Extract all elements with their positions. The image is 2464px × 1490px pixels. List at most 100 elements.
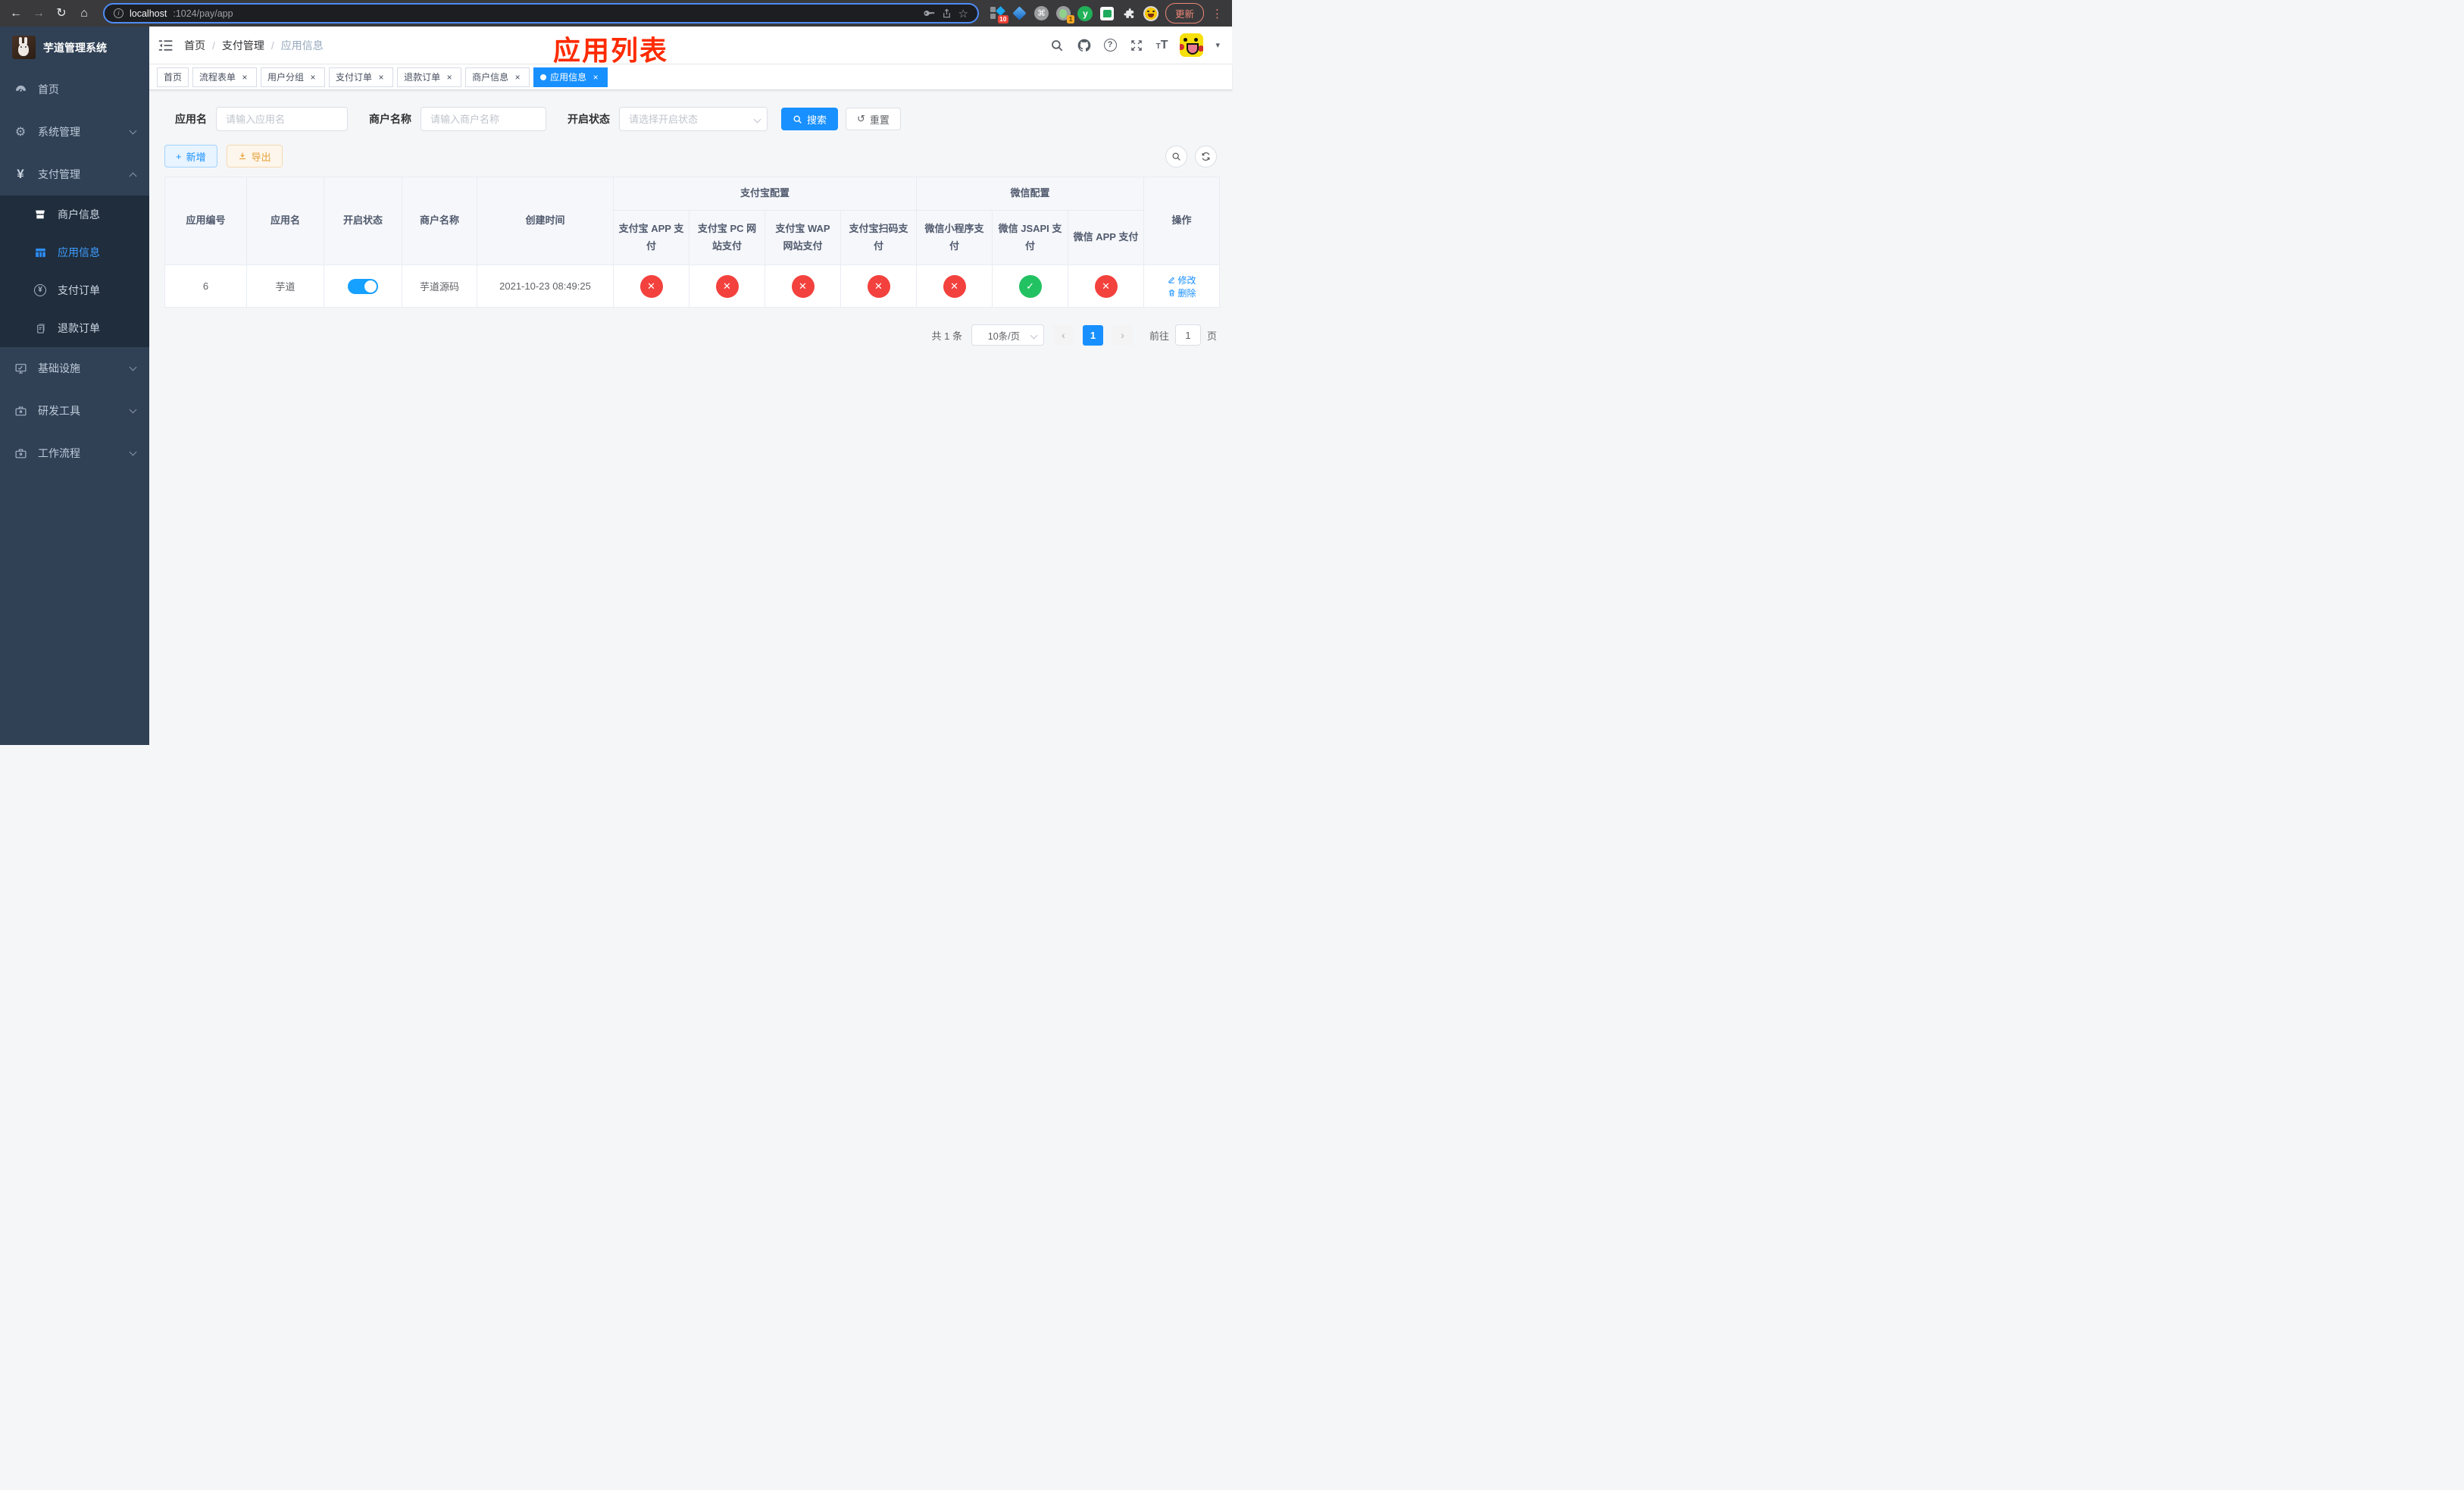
active-dot-icon xyxy=(540,74,547,80)
group-wechat: 微信配置 xyxy=(916,177,1145,211)
sidebar-item-home[interactable]: 首页 xyxy=(0,68,149,111)
tab-refund-order[interactable]: 退款订单 × xyxy=(397,67,462,87)
app-name-input[interactable] xyxy=(216,107,348,131)
plus-icon: + xyxy=(176,150,182,162)
bookmark-star-icon[interactable]: ☆ xyxy=(958,7,968,20)
sidebar-item-refund-order[interactable]: 退款订单 xyxy=(0,309,149,347)
sidebar-collapse-icon[interactable] xyxy=(158,39,174,52)
yen-circle-icon: ¥ xyxy=(33,283,47,297)
sidebar-item-infrastructure[interactable]: 基础设施 xyxy=(0,347,149,390)
refresh-icon[interactable]: ↻ xyxy=(53,5,70,22)
chevron-down-icon xyxy=(129,448,137,456)
ext-chat-icon[interactable] xyxy=(1099,5,1115,21)
user-avatar[interactable] xyxy=(1180,33,1204,57)
navbar-actions: ? TT ▾ xyxy=(1049,33,1220,57)
back-icon[interactable]: ← xyxy=(8,5,24,22)
chrome-update-button[interactable]: 更新 xyxy=(1165,3,1204,23)
col-alipay-pc: 支付宝 PC 网站支付 xyxy=(689,210,765,265)
forward-icon[interactable]: → xyxy=(30,5,47,22)
sidebar-item-devtools[interactable]: 研发工具 xyxy=(0,390,149,432)
sidebar-item-system[interactable]: ⚙ 系统管理 xyxy=(0,111,149,153)
password-key-icon[interactable] xyxy=(922,7,935,20)
tab-app-info[interactable]: 应用信息 × xyxy=(533,67,608,87)
ext-y-icon[interactable]: y xyxy=(1077,5,1093,21)
payment-submenu: 商户信息 应用信息 ¥ 支付订单 退款订单 xyxy=(0,196,149,347)
store-icon xyxy=(33,208,47,221)
toggle-search-button[interactable] xyxy=(1165,145,1187,167)
logo-image xyxy=(12,36,36,59)
ext-grid-icon[interactable]: 10 xyxy=(990,5,1008,23)
tab-merchant-info[interactable]: 商户信息 × xyxy=(465,67,530,87)
cell-merchant: 芋道源码 xyxy=(402,265,477,308)
next-page-button[interactable]: › xyxy=(1112,324,1133,346)
site-info-icon[interactable]: i xyxy=(114,8,124,18)
reset-icon: ↺ xyxy=(857,113,865,124)
add-button[interactable]: + 新增 xyxy=(164,145,217,167)
home-icon[interactable]: ⌂ xyxy=(76,5,92,22)
breadcrumb-current: 应用信息 xyxy=(280,39,324,52)
help-icon[interactable]: ? xyxy=(1103,39,1117,52)
tab-pay-order[interactable]: 支付订单 × xyxy=(329,67,394,87)
profile-avatar-icon[interactable] xyxy=(1143,5,1159,21)
close-icon[interactable]: × xyxy=(308,72,318,83)
breadcrumb-payment[interactable]: 支付管理 xyxy=(222,38,264,53)
avatar-caret-icon[interactable]: ▾ xyxy=(1215,40,1220,50)
monitor-icon xyxy=(14,362,27,375)
close-icon[interactable]: × xyxy=(239,72,250,83)
tab-process-form[interactable]: 流程表单 × xyxy=(192,67,258,87)
col-alipay-qr: 支付宝扫码支付 xyxy=(840,210,918,265)
refresh-table-button[interactable] xyxy=(1195,145,1217,167)
breadcrumb-home[interactable]: 首页 xyxy=(184,38,205,53)
alipay-app-status-icon: ✕ xyxy=(639,274,663,298)
edit-link[interactable]: 修改 xyxy=(1168,274,1196,286)
chrome-menu-icon[interactable]: ⋮ xyxy=(1210,7,1224,20)
close-icon[interactable]: × xyxy=(590,72,601,83)
sidebar-item-app-info[interactable]: 应用信息 xyxy=(0,233,149,271)
search-button[interactable]: 搜索 xyxy=(781,108,839,130)
ext-kite-icon[interactable] xyxy=(1012,5,1027,21)
cell-app-name: 芋道 xyxy=(246,265,324,308)
status-toggle[interactable] xyxy=(348,278,378,294)
extensions-puzzle-icon[interactable] xyxy=(1121,5,1137,21)
col-app-name: 应用名 xyxy=(246,177,324,265)
col-app-id: 应用编号 xyxy=(164,177,247,265)
reset-button[interactable]: ↺ 重置 xyxy=(846,108,901,130)
ext-grid-badge: 10 xyxy=(997,15,1008,23)
table-grid-icon xyxy=(33,246,47,259)
status-select[interactable] xyxy=(619,107,768,131)
current-page-button[interactable]: 1 xyxy=(1082,324,1103,346)
url-path: :1024/pay/app xyxy=(173,8,233,19)
tab-home[interactable]: 首页 xyxy=(157,67,189,87)
page-size-select[interactable] xyxy=(971,324,1044,346)
close-icon[interactable]: × xyxy=(376,72,386,83)
close-icon[interactable]: × xyxy=(512,72,523,83)
page-content: 应用名 商户名称 开启状态 搜索 ↺ 重置 xyxy=(149,90,1232,745)
goto-page-input[interactable] xyxy=(1174,324,1201,346)
search-icon[interactable] xyxy=(1049,38,1065,53)
wx-mini-status-icon: ✕ xyxy=(943,274,966,298)
share-icon[interactable] xyxy=(941,8,952,20)
filter-form: 应用名 商户名称 开启状态 搜索 ↺ 重置 xyxy=(175,107,1217,131)
github-icon[interactable] xyxy=(1077,38,1092,53)
sidebar-logo[interactable]: 芋道管理系统 xyxy=(0,27,149,68)
tab-user-group[interactable]: 用户分组 × xyxy=(261,67,326,87)
sidebar-item-pay-order[interactable]: ¥ 支付订单 xyxy=(0,271,149,309)
yen-icon: ¥ xyxy=(17,167,24,181)
delete-link[interactable]: 删除 xyxy=(1168,286,1196,299)
ext-command-icon[interactable]: ⌘ xyxy=(1033,5,1049,21)
sidebar-item-merchant-info[interactable]: 商户信息 xyxy=(0,196,149,233)
font-size-icon[interactable]: TT xyxy=(1156,39,1168,52)
fullscreen-icon[interactable] xyxy=(1129,38,1144,53)
url-bar[interactable]: i localhost :1024/pay/app ☆ xyxy=(103,3,979,23)
col-created: 创建时间 xyxy=(477,177,614,265)
sidebar-item-payment[interactable]: ¥ 支付管理 xyxy=(0,153,149,196)
wx-jsapi-status-icon: ✓ xyxy=(1018,274,1042,298)
export-button[interactable]: 导出 xyxy=(226,145,283,167)
chevron-down-icon xyxy=(129,127,137,135)
prev-page-button[interactable]: ‹ xyxy=(1052,324,1074,346)
sidebar-item-workflow[interactable]: 工作流程 xyxy=(0,432,149,474)
ext-session-icon[interactable]: 1 xyxy=(1055,5,1074,23)
tags-view-bar: 首页 流程表单 × 用户分组 × 支付订单 × 退款订单 × 商户信息 × 应用… xyxy=(149,64,1232,90)
merchant-name-input[interactable] xyxy=(421,107,546,131)
close-icon[interactable]: × xyxy=(444,72,455,83)
